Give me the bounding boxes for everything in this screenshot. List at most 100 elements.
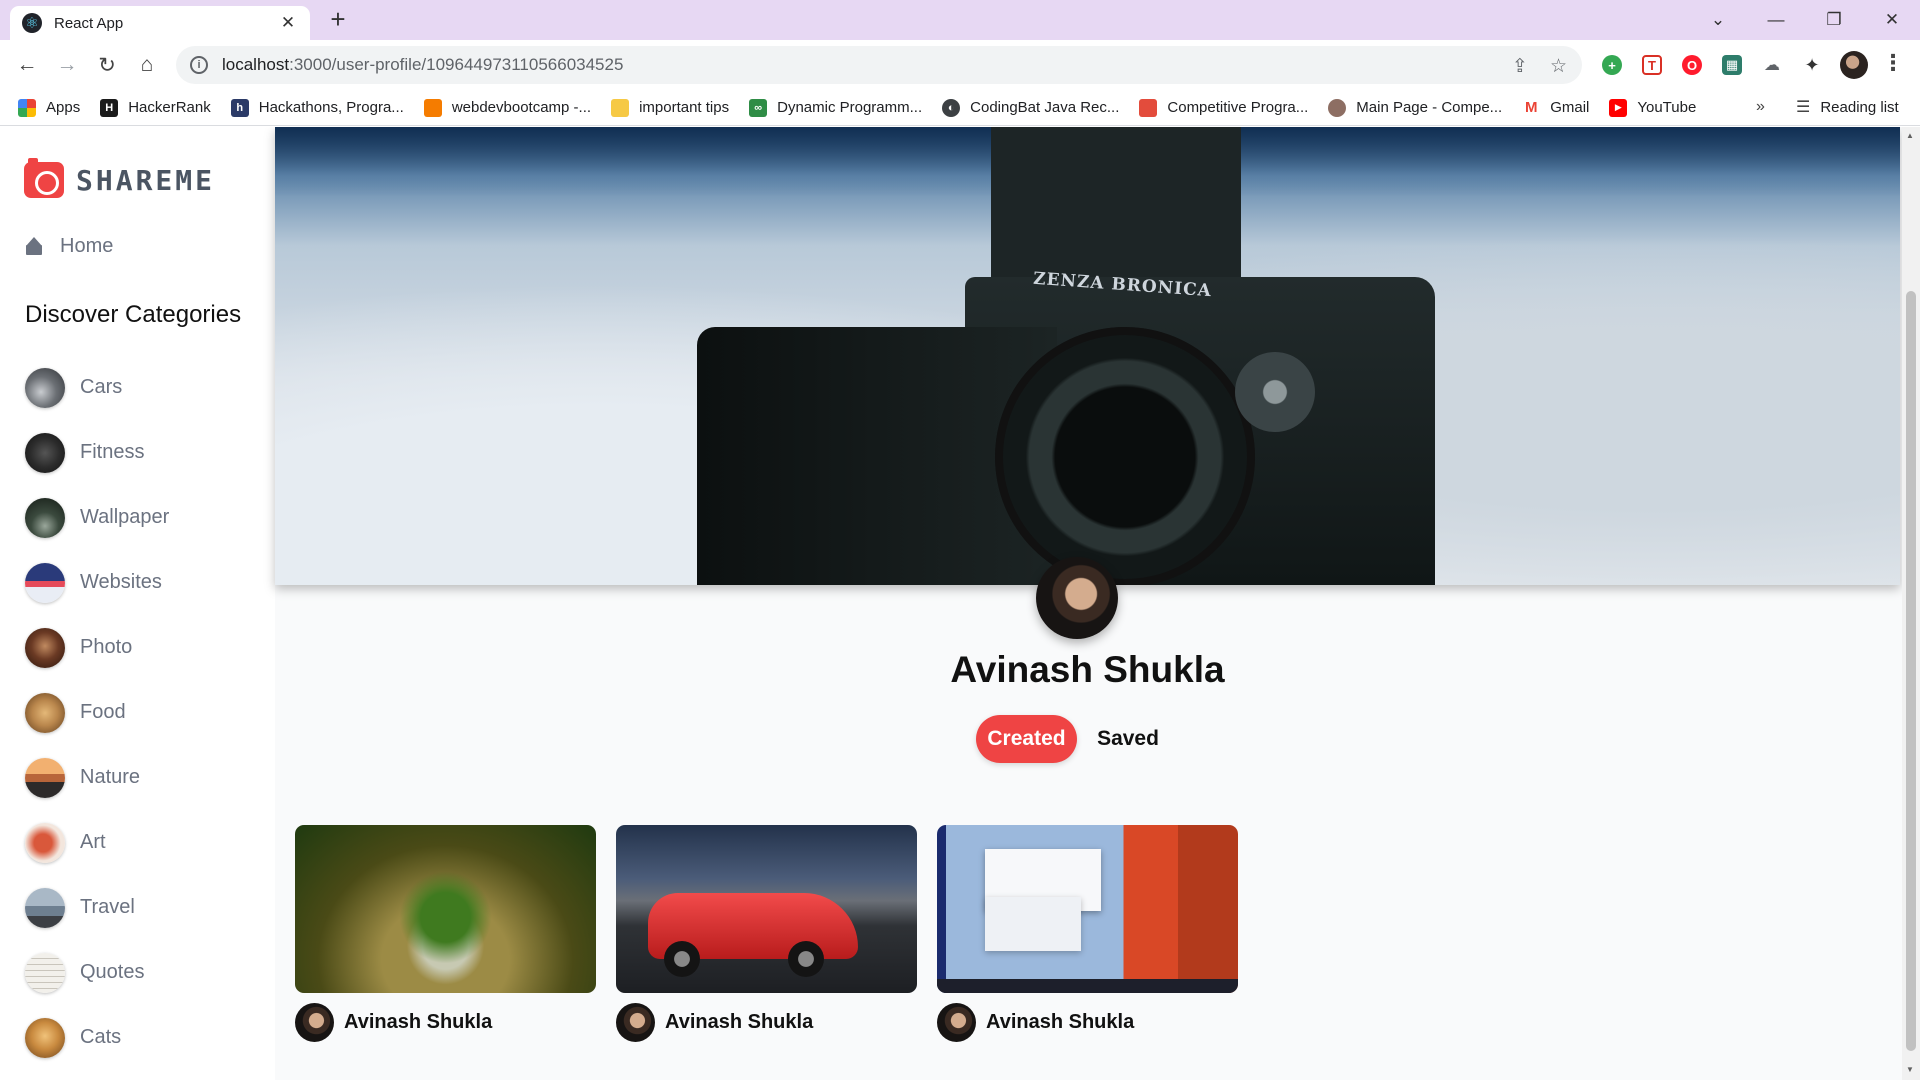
bookmark-gmail[interactable]: M Gmail	[1522, 98, 1589, 117]
fitness-thumbnail	[25, 432, 65, 473]
pin-grid: Avinash Shukla Avinash Shukla Avinash Sh…	[295, 825, 1258, 1042]
scrollbar-thumb[interactable]	[1906, 291, 1916, 1051]
extension-t-icon[interactable]: T	[1642, 55, 1662, 75]
page-scrollbar[interactable]: ▲ ▼	[1902, 127, 1920, 1080]
sidebar-item-cats[interactable]: Cats	[25, 1005, 169, 1070]
sidebar-item-wallpaper[interactable]: Wallpaper	[25, 485, 169, 550]
more-bookmarks-icon[interactable]: »	[1756, 98, 1765, 116]
browser-toolbar: ← → ↻ ⌂ i localhost:3000/user-profile/10…	[0, 40, 1920, 90]
sidebar-item-art[interactable]: Art	[25, 810, 169, 875]
bookmark-competitive-programming[interactable]: Competitive Progra...	[1139, 98, 1308, 117]
logo-text: SHAREME	[76, 163, 216, 197]
scroll-down-arrow-icon[interactable]: ▼	[1906, 1065, 1914, 1074]
pin-author-name: Avinash Shukla	[986, 1011, 1135, 1033]
pin-card[interactable]: Avinash Shukla	[295, 825, 596, 1042]
home-page-icon[interactable]: ⌂	[132, 50, 162, 80]
sidebar-item-photo[interactable]: Photo	[25, 615, 169, 680]
sidebar-item-websites[interactable]: Websites	[25, 550, 169, 615]
sidebar: SHAREME Home Discover Categories Cars Fi…	[0, 127, 275, 1080]
reading-list-button[interactable]: ☰ Reading list	[1796, 97, 1899, 117]
shareme-logo[interactable]: SHAREME	[24, 158, 216, 198]
puzzle-extensions-icon[interactable]: ✦	[1802, 55, 1822, 75]
window-close-button[interactable]: ✕	[1864, 0, 1920, 40]
back-arrow-icon[interactable]: ←	[12, 50, 42, 80]
app-viewport: SHAREME Home Discover Categories Cars Fi…	[0, 127, 1920, 1080]
share-icon[interactable]: ⇪	[1512, 55, 1528, 78]
profile-avatar[interactable]	[1840, 51, 1868, 79]
browser-tab[interactable]: ⚛ React App ✕	[10, 6, 310, 40]
category-list: Cars Fitness Wallpaper Websites Photo Fo…	[25, 355, 169, 1070]
bookmark-main-page[interactable]: Main Page - Compe...	[1328, 98, 1502, 117]
pin-card[interactable]: Avinash Shukla	[616, 825, 917, 1042]
minimize-button[interactable]: —	[1748, 0, 1804, 40]
car-wheel-shape	[788, 941, 824, 977]
pin-author-link[interactable]: Avinash Shukla	[616, 1003, 917, 1042]
folder-icon	[611, 98, 630, 117]
restore-button[interactable]: ❐	[1806, 0, 1862, 40]
bookmark-youtube[interactable]: ▶ YouTube	[1609, 98, 1696, 117]
camera-lens-shape	[995, 327, 1255, 585]
pin-author-name: Avinash Shukla	[344, 1011, 493, 1033]
globe-icon: ◐	[942, 98, 961, 117]
reload-icon[interactable]: ↻	[92, 50, 122, 80]
hackerrank-icon: H	[100, 98, 119, 117]
opera-extension-icon[interactable]: O	[1682, 55, 1702, 75]
pin-image-tree-sphere[interactable]	[295, 825, 596, 993]
browser-menu-icon[interactable]: ⋮	[1882, 50, 1904, 76]
sidebar-item-fitness[interactable]: Fitness	[25, 420, 169, 485]
url-path: :3000/user-profile/109644973110566034525	[289, 55, 624, 74]
bookmark-hackerrank[interactable]: H HackerRank	[100, 98, 211, 117]
taskbar-shape	[937, 979, 1238, 993]
bookmark-important-tips[interactable]: important tips	[611, 98, 729, 117]
scroll-up-arrow-icon[interactable]: ▲	[1906, 131, 1914, 140]
pin-author-link[interactable]: Avinash Shukla	[295, 1003, 596, 1042]
pin-card[interactable]: Avinash Shukla	[937, 825, 1238, 1042]
hackerearth-icon: h	[230, 98, 249, 117]
pin-image-red-car[interactable]	[616, 825, 917, 993]
pin-author-link[interactable]: Avinash Shukla	[937, 1003, 1238, 1042]
gfg-icon: ∞	[749, 98, 768, 117]
tab-created[interactable]: Created	[976, 715, 1077, 763]
bookmark-hackathons[interactable]: h Hackathons, Progra...	[230, 98, 404, 117]
profile-main: ZENZA BRONICA Avinash Shukla Created Sav…	[275, 127, 1902, 1080]
food-thumbnail	[25, 692, 65, 733]
sidebar-item-cars[interactable]: Cars	[25, 355, 169, 420]
author-avatar	[937, 1003, 976, 1042]
bookmark-dynamic-programming[interactable]: ∞ Dynamic Programm...	[749, 98, 922, 117]
sidebar-item-quotes[interactable]: Quotes	[25, 940, 169, 1005]
bookmark-codingbat[interactable]: ◐ CodingBat Java Rec...	[942, 98, 1119, 117]
site-info-icon[interactable]: i	[190, 56, 208, 74]
author-avatar	[616, 1003, 655, 1042]
new-tab-button[interactable]: +	[324, 6, 352, 34]
apps-grid-icon	[18, 98, 36, 117]
websites-thumbnail	[25, 562, 65, 603]
sidebar-item-nature[interactable]: Nature	[25, 745, 169, 810]
extension-plus-icon[interactable]: +	[1602, 55, 1622, 75]
bookmark-webdevbootcamp[interactable]: webdevbootcamp -...	[423, 98, 591, 117]
camera-logo-icon	[24, 158, 64, 198]
pin-author-name: Avinash Shukla	[665, 1011, 814, 1033]
pin-image-windows-desktop[interactable]	[937, 825, 1238, 993]
forward-arrow-icon[interactable]: →	[52, 50, 82, 80]
author-avatar	[295, 1003, 334, 1042]
dialog-window-shape	[985, 897, 1081, 951]
address-bar[interactable]: i localhost:3000/user-profile/1096449731…	[176, 46, 1582, 84]
cloud-extension-icon[interactable]: ☁	[1762, 55, 1782, 75]
close-tab-icon[interactable]: ✕	[278, 13, 298, 33]
url-host: localhost	[222, 55, 290, 74]
sidebar-item-food[interactable]: Food	[25, 680, 169, 745]
cars-thumbnail	[25, 367, 65, 408]
camera-knob-shape	[1235, 352, 1315, 432]
tab-search-chevron-icon[interactable]: ⌄	[1690, 0, 1746, 40]
sidebar-item-travel[interactable]: Travel	[25, 875, 169, 940]
calendar-extension-icon[interactable]: ▦	[1722, 55, 1742, 75]
bookmark-star-icon[interactable]: ☆	[1550, 55, 1567, 78]
browser-titlebar: ⚛ React App ✕ + ⌄ — ❐ ✕	[0, 0, 1920, 40]
tab-saved[interactable]: Saved	[1077, 715, 1179, 763]
photo-thumbnail	[25, 627, 65, 668]
box-icon	[1139, 98, 1158, 117]
sidebar-item-home[interactable]: Home	[26, 235, 113, 258]
bookmark-apps[interactable]: Apps	[18, 98, 80, 117]
youtube-icon: ▶	[1609, 98, 1628, 117]
nature-thumbnail	[25, 757, 65, 798]
